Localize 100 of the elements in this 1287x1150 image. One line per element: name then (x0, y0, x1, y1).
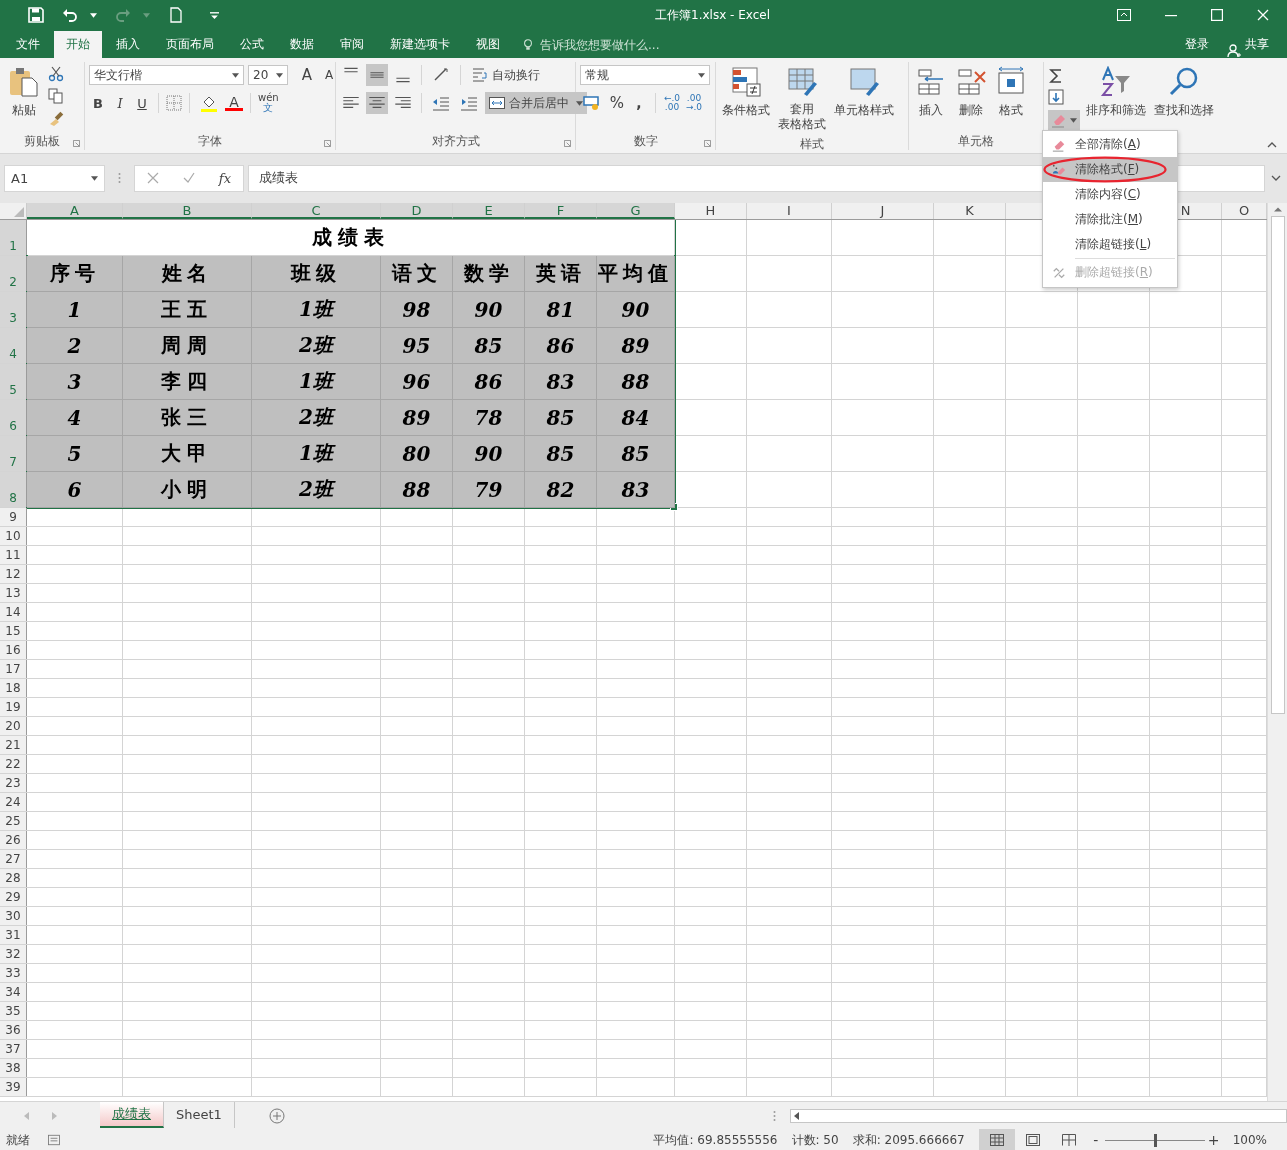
underline-button[interactable]: U (133, 93, 151, 113)
row-header[interactable]: 12 (0, 565, 27, 583)
ribbon-tab[interactable]: 开始 (54, 31, 102, 58)
zoom-in-button[interactable]: + (1206, 1132, 1221, 1148)
row-header[interactable]: 2 (0, 256, 27, 291)
dialog-launcher-icon[interactable] (564, 140, 571, 147)
add-sheet-icon[interactable] (268, 1107, 285, 1124)
row-header[interactable]: 25 (0, 812, 27, 830)
align-icon[interactable] (366, 92, 388, 114)
percent-button[interactable]: % (608, 93, 626, 113)
name-box[interactable]: A1 (4, 164, 105, 192)
decrease-decimal-button[interactable]: .00 →.0 (685, 92, 703, 114)
ribbon-display-icon[interactable] (1117, 8, 1131, 22)
fill-color-icon[interactable] (200, 94, 218, 112)
view-button[interactable] (978, 1129, 1015, 1150)
increase-indent-icon[interactable] (460, 94, 478, 112)
row-header[interactable]: 3 (0, 292, 27, 327)
sheet-tab[interactable]: 成绩表 (100, 1101, 164, 1128)
row-header[interactable]: 17 (0, 660, 27, 678)
ribbon-tab[interactable]: 页面布局 (154, 31, 226, 58)
vertical-scrollbar[interactable] (1267, 203, 1287, 1101)
ribbon-tab[interactable]: 视图 (464, 31, 512, 58)
row-header[interactable]: 26 (0, 831, 27, 849)
merge-center-button[interactable]: 合并后居中 (485, 92, 587, 114)
row-header[interactable]: 1 (0, 220, 27, 255)
row-header[interactable]: 7 (0, 436, 27, 471)
comma-button[interactable]: , (630, 93, 648, 113)
insert-button[interactable]: 插入 (913, 64, 949, 121)
horizontal-scrollbar[interactable] (790, 1108, 1287, 1123)
row-header[interactable]: 29 (0, 888, 27, 906)
row-header[interactable]: 11 (0, 546, 27, 564)
dialog-launcher-icon[interactable] (704, 140, 711, 147)
scroll-up-icon[interactable] (1273, 206, 1282, 212)
font-color-button[interactable]: A (225, 95, 243, 111)
delete-button[interactable]: 删除 (953, 64, 989, 121)
column-header[interactable]: B (123, 203, 252, 219)
row-header[interactable]: 39 (0, 1078, 27, 1096)
share-link[interactable]: 共享 (1245, 31, 1269, 58)
scroll-left-icon[interactable] (794, 1111, 799, 1120)
row-header[interactable]: 28 (0, 869, 27, 887)
dialog-launcher-icon[interactable] (73, 140, 80, 147)
format-as-table-button[interactable]: 套用 表格格式 (776, 64, 828, 134)
sheet-tab[interactable]: Sheet1 (164, 1101, 235, 1128)
new-document-icon[interactable] (168, 7, 184, 23)
close-icon[interactable] (1257, 9, 1269, 21)
cell-styles-button[interactable]: 单元格样式 (832, 64, 896, 121)
column-header[interactable]: I (747, 203, 832, 219)
format-button[interactable]: 格式 (993, 64, 1029, 121)
row-header[interactable]: 32 (0, 945, 27, 963)
row-header[interactable]: 19 (0, 698, 27, 716)
row-header[interactable]: 5 (0, 364, 27, 399)
column-header[interactable]: K (934, 203, 1006, 219)
decrease-indent-icon[interactable] (432, 94, 450, 112)
row-header[interactable]: 33 (0, 964, 27, 982)
row-header[interactable]: 36 (0, 1021, 27, 1039)
column-header[interactable]: C (252, 203, 381, 219)
paste-button[interactable]: 粘贴 (4, 64, 44, 121)
increase-decimal-button[interactable]: ←.0 .00 (663, 92, 681, 114)
scissors-icon[interactable] (48, 66, 64, 82)
row-header[interactable]: 13 (0, 584, 27, 602)
row-header[interactable]: 4 (0, 328, 27, 363)
row-header[interactable]: 10 (0, 527, 27, 545)
sign-in-link[interactable]: 登录 (1185, 31, 1209, 58)
clear-button[interactable] (1048, 110, 1080, 130)
row-header[interactable]: 23 (0, 774, 27, 792)
expand-icon[interactable] (1271, 175, 1281, 181)
row-header[interactable]: 8 (0, 472, 27, 507)
format-painter-icon[interactable] (48, 110, 64, 126)
row-header[interactable]: 30 (0, 907, 27, 925)
row-header[interactable]: 27 (0, 850, 27, 868)
fill-down-icon[interactable] (1048, 89, 1064, 105)
customize-icon[interactable] (210, 11, 219, 19)
save-icon[interactable] (28, 7, 44, 23)
macro-record-icon[interactable] (48, 1134, 60, 1146)
ribbon-tab[interactable]: 新建选项卡 (378, 31, 462, 58)
undo-icon[interactable] (62, 7, 78, 23)
phonetic-guide-button[interactable]: wén 文 (258, 93, 279, 113)
column-header[interactable]: H (675, 203, 747, 219)
column-header[interactable]: A (27, 203, 123, 219)
row-header[interactable]: 38 (0, 1059, 27, 1077)
row-header[interactable]: 37 (0, 1040, 27, 1058)
grow-font-button[interactable]: A (298, 65, 316, 85)
row-header[interactable]: 31 (0, 926, 27, 944)
column-header[interactable]: F (525, 203, 597, 219)
column-header[interactable]: J (832, 203, 934, 219)
caret-icon[interactable] (90, 12, 97, 18)
row-header[interactable]: 9 (0, 508, 27, 526)
menu-item[interactable]: 全部清除(A) (1043, 132, 1177, 157)
row-header[interactable]: 6 (0, 400, 27, 435)
sum-icon[interactable] (1048, 68, 1064, 84)
ribbon-tab[interactable]: 公式 (228, 31, 276, 58)
font-size-select[interactable]: 20 (248, 65, 288, 85)
column-header[interactable]: E (453, 203, 525, 219)
tell-me-field[interactable]: 告诉我您想要做什么... (538, 36, 702, 53)
ribbon-tab[interactable]: 文件 (4, 31, 52, 58)
check-icon[interactable] (182, 172, 195, 184)
dialog-launcher-icon[interactable] (324, 140, 331, 147)
column-header[interactable]: G (597, 203, 675, 219)
copy-icon[interactable] (48, 88, 64, 104)
row-header[interactable]: 24 (0, 793, 27, 811)
